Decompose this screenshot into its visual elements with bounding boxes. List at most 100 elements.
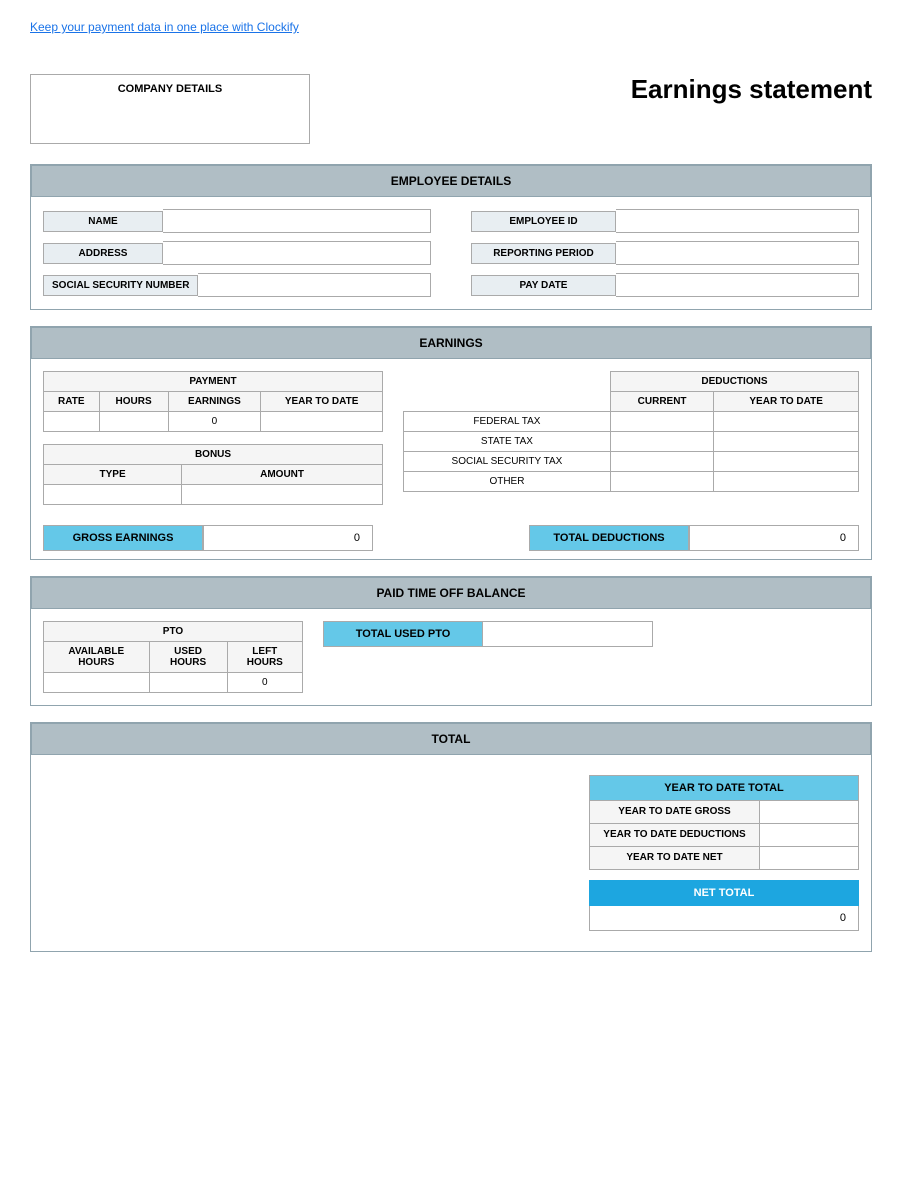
pto-col-left: LEFT HOURS [227, 642, 302, 673]
payment-col-earnings: EARNINGS [168, 392, 261, 412]
total-deductions-value[interactable]: 0 [689, 525, 859, 551]
pay-date-field-row: PAY DATE [471, 273, 859, 297]
ytd-gross-row: YEAR TO DATE GROSS [589, 801, 859, 824]
ytd-table-wrapper: YEAR TO DATE TOTAL YEAR TO DATE GROSS YE… [589, 775, 859, 931]
pto-section-header: PAID TIME OFF BALANCE [31, 577, 871, 609]
federal-tax-current[interactable] [610, 412, 713, 432]
deductions-col-current: CURRENT [610, 392, 713, 412]
ytd-deductions-value[interactable] [760, 824, 858, 846]
deductions-table-header: DEDUCTIONS [610, 372, 858, 392]
total-section-body: YEAR TO DATE TOTAL YEAR TO DATE GROSS YE… [31, 755, 871, 951]
payment-rate-cell[interactable] [44, 412, 100, 432]
ytd-net-value[interactable] [760, 847, 858, 869]
payment-col-hours: HOURS [99, 392, 168, 412]
bonus-col-type: TYPE [44, 465, 182, 485]
pay-date-label: PAY DATE [471, 275, 616, 296]
ssn-value[interactable] [198, 273, 431, 297]
company-details-label: COMPANY DETAILS [118, 83, 223, 95]
payment-table: PAYMENT RATE HOURS EARNINGS YEAR TO DATE… [43, 371, 383, 432]
name-field-row: NAME [43, 209, 431, 233]
pto-used-cell[interactable] [149, 673, 227, 693]
state-tax-current[interactable] [610, 432, 713, 452]
pto-col-available: AVAILABLE HOURS [44, 642, 150, 673]
pto-body: PTO AVAILABLE HOURS USED HOURS LEFT HOUR… [31, 609, 871, 705]
ssn-field-row: SOCIAL SECURITY NUMBER [43, 273, 431, 297]
employee-left-fields: NAME ADDRESS SOCIAL SECURITY NUMBER [43, 209, 431, 297]
payment-hours-cell[interactable] [99, 412, 168, 432]
employee-details-header: EMPLOYEE DETAILS [31, 165, 871, 197]
state-tax-ytd[interactable] [714, 432, 859, 452]
other-ytd[interactable] [714, 472, 859, 492]
pto-col-used: USED HOURS [149, 642, 227, 673]
deductions-row-federal: FEDERAL TAX [404, 412, 859, 432]
reporting-period-label: REPORTING PERIOD [471, 243, 616, 264]
deductions-row-other: OTHER [404, 472, 859, 492]
gross-total-pair: GROSS EARNINGS 0 [43, 525, 373, 551]
earnings-left: PAYMENT RATE HOURS EARNINGS YEAR TO DATE… [43, 371, 383, 505]
deductions-total-pair: TOTAL DEDUCTIONS 0 [529, 525, 859, 551]
employee-id-value[interactable] [616, 209, 859, 233]
net-total-label: NET TOTAL [589, 880, 859, 906]
address-label: ADDRESS [43, 243, 163, 264]
company-details-box: COMPANY DETAILS [30, 74, 310, 144]
bonus-amount-cell[interactable] [182, 485, 383, 505]
earnings-body: PAYMENT RATE HOURS EARNINGS YEAR TO DATE… [31, 359, 871, 517]
gross-earnings-value[interactable]: 0 [203, 525, 373, 551]
bonus-table-header: BONUS [44, 445, 383, 465]
other-current[interactable] [610, 472, 713, 492]
page-title: Earnings statement [631, 74, 872, 105]
clockify-link[interactable]: Keep your payment data in one place with… [30, 20, 872, 34]
pto-available-cell[interactable] [44, 673, 150, 693]
total-used-pto-value[interactable] [483, 621, 653, 647]
employee-grid: NAME ADDRESS SOCIAL SECURITY NUMBER EMPL… [43, 209, 859, 297]
ssn-label: SOCIAL SECURITY NUMBER [43, 275, 198, 296]
payment-ytd-cell[interactable] [261, 412, 383, 432]
name-value[interactable] [163, 209, 431, 233]
social-security-label: SOCIAL SECURITY TAX [404, 452, 611, 472]
ytd-deductions-row: YEAR TO DATE DEDUCTIONS [589, 824, 859, 847]
total-section: TOTAL YEAR TO DATE TOTAL YEAR TO DATE GR… [30, 722, 872, 952]
reporting-period-field-row: REPORTING PERIOD [471, 241, 859, 265]
social-security-current[interactable] [610, 452, 713, 472]
address-value[interactable] [163, 241, 431, 265]
bonus-table-row [44, 485, 383, 505]
payment-table-header: PAYMENT [44, 372, 383, 392]
deductions-col-ytd: YEAR TO DATE [714, 392, 859, 412]
employee-right-fields: EMPLOYEE ID REPORTING PERIOD PAY DATE [471, 209, 859, 297]
state-tax-label: STATE TAX [404, 432, 611, 452]
ytd-deductions-label: YEAR TO DATE DEDUCTIONS [590, 824, 760, 846]
net-total-value[interactable]: 0 [589, 906, 859, 931]
other-label: OTHER [404, 472, 611, 492]
name-label: NAME [43, 211, 163, 232]
ytd-gross-label: YEAR TO DATE GROSS [590, 801, 760, 823]
pto-table-row: 0 [44, 673, 303, 693]
reporting-period-value[interactable] [616, 241, 859, 265]
bonus-col-amount: AMOUNT [182, 465, 383, 485]
ytd-net-label: YEAR TO DATE NET [590, 847, 760, 869]
earnings-right: DEDUCTIONS CURRENT YEAR TO DATE FEDERAL … [403, 371, 859, 505]
ytd-net-row: YEAR TO DATE NET [589, 847, 859, 870]
ytd-gross-value[interactable] [760, 801, 858, 823]
total-deductions-label: TOTAL DEDUCTIONS [529, 525, 689, 551]
payment-earnings-cell[interactable]: 0 [168, 412, 261, 432]
pto-table-header: PTO [44, 622, 303, 642]
deductions-row-social-security: SOCIAL SECURITY TAX [404, 452, 859, 472]
federal-tax-ytd[interactable] [714, 412, 859, 432]
earnings-section: EARNINGS PAYMENT RATE HOURS EARNINGS YEA… [30, 326, 872, 560]
pto-left-cell[interactable]: 0 [227, 673, 302, 693]
federal-tax-label: FEDERAL TAX [404, 412, 611, 432]
bonus-type-cell[interactable] [44, 485, 182, 505]
social-security-ytd[interactable] [714, 452, 859, 472]
address-field-row: ADDRESS [43, 241, 431, 265]
total-section-header: TOTAL [31, 723, 871, 755]
total-used-pto-pair: TOTAL USED PTO [323, 621, 653, 647]
earnings-totals-area: GROSS EARNINGS 0 TOTAL DEDUCTIONS 0 [31, 517, 871, 559]
pay-date-value[interactable] [616, 273, 859, 297]
bonus-section: BONUS TYPE AMOUNT [43, 444, 383, 505]
deductions-table: DEDUCTIONS CURRENT YEAR TO DATE FEDERAL … [403, 371, 859, 492]
payment-col-ytd: YEAR TO DATE [261, 392, 383, 412]
bonus-table: BONUS TYPE AMOUNT [43, 444, 383, 505]
pto-table-wrapper: PTO AVAILABLE HOURS USED HOURS LEFT HOUR… [43, 621, 303, 693]
earnings-header: EARNINGS [31, 327, 871, 359]
deductions-row-state: STATE TAX [404, 432, 859, 452]
